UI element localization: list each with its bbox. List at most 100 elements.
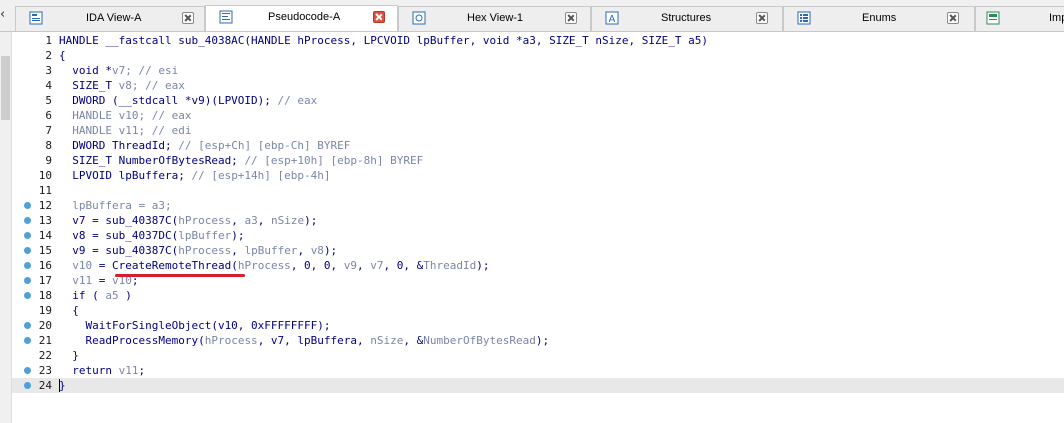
code-text[interactable]: ReadProcessMemory(hProcess, v7, lpBuffer… <box>59 333 549 348</box>
line-number: 15 <box>38 244 52 257</box>
line-number: 17 <box>38 274 52 287</box>
code-token: v7 <box>370 259 384 272</box>
code-line[interactable]: 2{ <box>12 48 1064 63</box>
code-line[interactable]: 19 { <box>12 303 1064 318</box>
code-text[interactable]: } <box>59 348 79 363</box>
code-line[interactable]: 9 SIZE_T NumberOfBytesRead; // [esp+10h]… <box>12 153 1064 168</box>
code-token: , v7, lpBuffera, <box>257 334 371 347</box>
code-token: return <box>59 364 119 377</box>
tab-label-structures: Structures <box>661 12 712 24</box>
code-token: v8 <box>118 79 132 92</box>
line-number: 9 <box>45 154 52 167</box>
line-number: 24 <box>38 379 52 392</box>
code-token: v7 <box>111 64 126 77</box>
code-token: , 0, & <box>383 259 424 272</box>
close-icon[interactable] <box>756 12 768 24</box>
code-text[interactable]: DWORD (__stdcall *v9)(LPVOID); // eax <box>59 93 317 108</box>
code-line[interactable]: 3 void *v7; // esi <box>12 63 1064 78</box>
code-text[interactable]: return v11; <box>59 363 145 378</box>
code-text[interactable]: HANDLE v11; // edi <box>59 123 191 138</box>
left-scrollbar-thumb[interactable] <box>1 56 10 120</box>
code-text[interactable]: LPVOID lpBuffera; // [esp+14h] [ebp-4h] <box>59 168 330 183</box>
imports-icon <box>986 11 1000 25</box>
tab-pseudocode[interactable]: Pseudocode-A <box>205 5 398 31</box>
line-number: 8 <box>45 139 52 152</box>
code-token: // [esp+10h] [ebp-8h] BYREF <box>244 154 424 167</box>
code-token: v11 <box>118 364 139 377</box>
tab-hex-view[interactable]: Hex View-1 <box>398 6 591 31</box>
code-line[interactable]: 20 WaitForSingleObject(v10, 0xFFFFFFFF); <box>12 318 1064 333</box>
code-text[interactable]: { <box>59 48 66 63</box>
code-text[interactable]: { <box>59 303 79 318</box>
code-line[interactable]: 18 if ( a5 ) <box>12 288 1064 303</box>
close-icon[interactable] <box>947 12 959 24</box>
pseudocode-view[interactable]: 1 HANDLE __fastcall sub_4038AC(HANDLE hPr… <box>12 32 1064 423</box>
code-token: ; <box>138 364 146 377</box>
enums-icon <box>797 11 811 25</box>
code-token: lpBuffer <box>244 244 298 257</box>
code-line[interactable]: 21 ReadProcessMemory(hProcess, v7, lpBuf… <box>12 333 1064 348</box>
code-token: if ( <box>59 289 106 302</box>
code-line[interactable]: 13 v7 = sub_40387C(hProcess, a3, nSize); <box>12 213 1064 228</box>
line-number: 1 <box>45 34 52 47</box>
code-token: DWORD (__stdcall *v9)(LPVOID); <box>59 94 278 107</box>
code-line[interactable]: 5 DWORD (__stdcall *v9)(LPVOID); // eax <box>12 93 1064 108</box>
code-text[interactable]: void *v7; // esi <box>59 63 178 78</box>
code-text[interactable]: v10 = CreateRemoteThread(hProcess, 0, 0,… <box>59 258 489 273</box>
code-token: DWORD ThreadId; <box>59 139 179 152</box>
code-text[interactable]: if ( a5 ) <box>59 288 132 303</box>
code-line[interactable]: 12 lpBuffera = a3; <box>12 198 1064 213</box>
tab-label-enums: Enums <box>862 12 897 24</box>
code-token: lpBuffer <box>178 229 232 242</box>
code-token: v9 = sub_40387C( <box>59 244 179 257</box>
code-token: a3 <box>244 214 258 227</box>
code-token: hProcess <box>204 334 258 347</box>
code-text[interactable]: HANDLE v10; // eax <box>59 108 191 123</box>
code-text[interactable]: HANDLE __fastcall sub_4038AC(HANDLE hPro… <box>59 33 708 48</box>
code-token: hProcess <box>237 259 291 272</box>
code-text[interactable]: WaitForSingleObject(v10, 0xFFFFFFFF); <box>59 318 330 333</box>
code-line[interactable]: 24} <box>12 378 1064 393</box>
code-line[interactable]: 22 } <box>12 348 1064 363</box>
code-line[interactable]: 6 HANDLE v10; // eax <box>12 108 1064 123</box>
code-line[interactable]: 23 return v11; <box>12 363 1064 378</box>
line-number: 12 <box>38 199 52 212</box>
line-number: 4 <box>45 79 52 92</box>
code-text[interactable]: v9 = sub_40387C(hProcess, lpBuffer, v8); <box>59 243 337 258</box>
tab-imports[interactable]: Imp <box>975 6 1064 31</box>
code-line[interactable]: 4 SIZE_T v8; // eax <box>12 78 1064 93</box>
code-token: a5 <box>105 289 119 302</box>
scroll-tabs-left-icon[interactable]: ‹ <box>0 7 10 27</box>
code-line[interactable]: 7 HANDLE v11; // edi <box>12 123 1064 138</box>
code-text[interactable]: v7 = sub_40387C(hProcess, a3, nSize); <box>59 213 317 228</box>
line-number: 19 <box>38 304 52 317</box>
tab-label-pseudocode: Pseudocode-A <box>268 11 341 23</box>
tab-enums[interactable]: Enums <box>783 6 975 31</box>
left-scrollbar[interactable] <box>0 32 12 423</box>
close-icon[interactable] <box>565 12 577 24</box>
tab-label-hex-view: Hex View-1 <box>467 12 524 24</box>
code-line[interactable]: 11 <box>12 183 1064 198</box>
code-token: ); <box>304 214 318 227</box>
tab-structures[interactable]: A Structures <box>591 6 783 31</box>
hex-view-icon <box>412 11 426 25</box>
code-text[interactable]: v8 = sub_4037DC(lpBuffer); <box>59 228 244 243</box>
code-line[interactable]: 10 LPVOID lpBuffera; // [esp+14h] [ebp-4… <box>12 168 1064 183</box>
code-line[interactable]: 14 v8 = sub_4037DC(lpBuffer); <box>12 228 1064 243</box>
code-token: ) <box>118 289 132 302</box>
code-token: // eax <box>277 94 318 107</box>
code-token: v8 = sub_4037DC( <box>59 229 179 242</box>
code-line[interactable]: 8 DWORD ThreadId; // [esp+Ch] [ebp-Ch] B… <box>12 138 1064 153</box>
code-text[interactable]: SIZE_T v8; // eax <box>59 78 185 93</box>
tab-ida-view[interactable]: IDA View-A <box>15 6 205 31</box>
code-text[interactable]: DWORD ThreadId; // [esp+Ch] [ebp-Ch] BYR… <box>59 138 350 153</box>
red-underline-annotation <box>115 274 245 277</box>
code-line[interactable]: 1 HANDLE __fastcall sub_4038AC(HANDLE hPr… <box>12 33 1064 48</box>
close-icon[interactable] <box>182 12 194 24</box>
close-icon[interactable] <box>373 11 385 23</box>
code-text[interactable]: lpBuffera = a3; <box>59 198 171 213</box>
code-line[interactable]: 15 v9 = sub_40387C(hProcess, lpBuffer, v… <box>12 243 1064 258</box>
code-line[interactable]: 16 v10 = CreateRemoteThread(hProcess, 0,… <box>12 258 1064 273</box>
code-text[interactable]: SIZE_T NumberOfBytesRead; // [esp+10h] [… <box>59 153 423 168</box>
pseudocode-icon <box>219 10 233 24</box>
